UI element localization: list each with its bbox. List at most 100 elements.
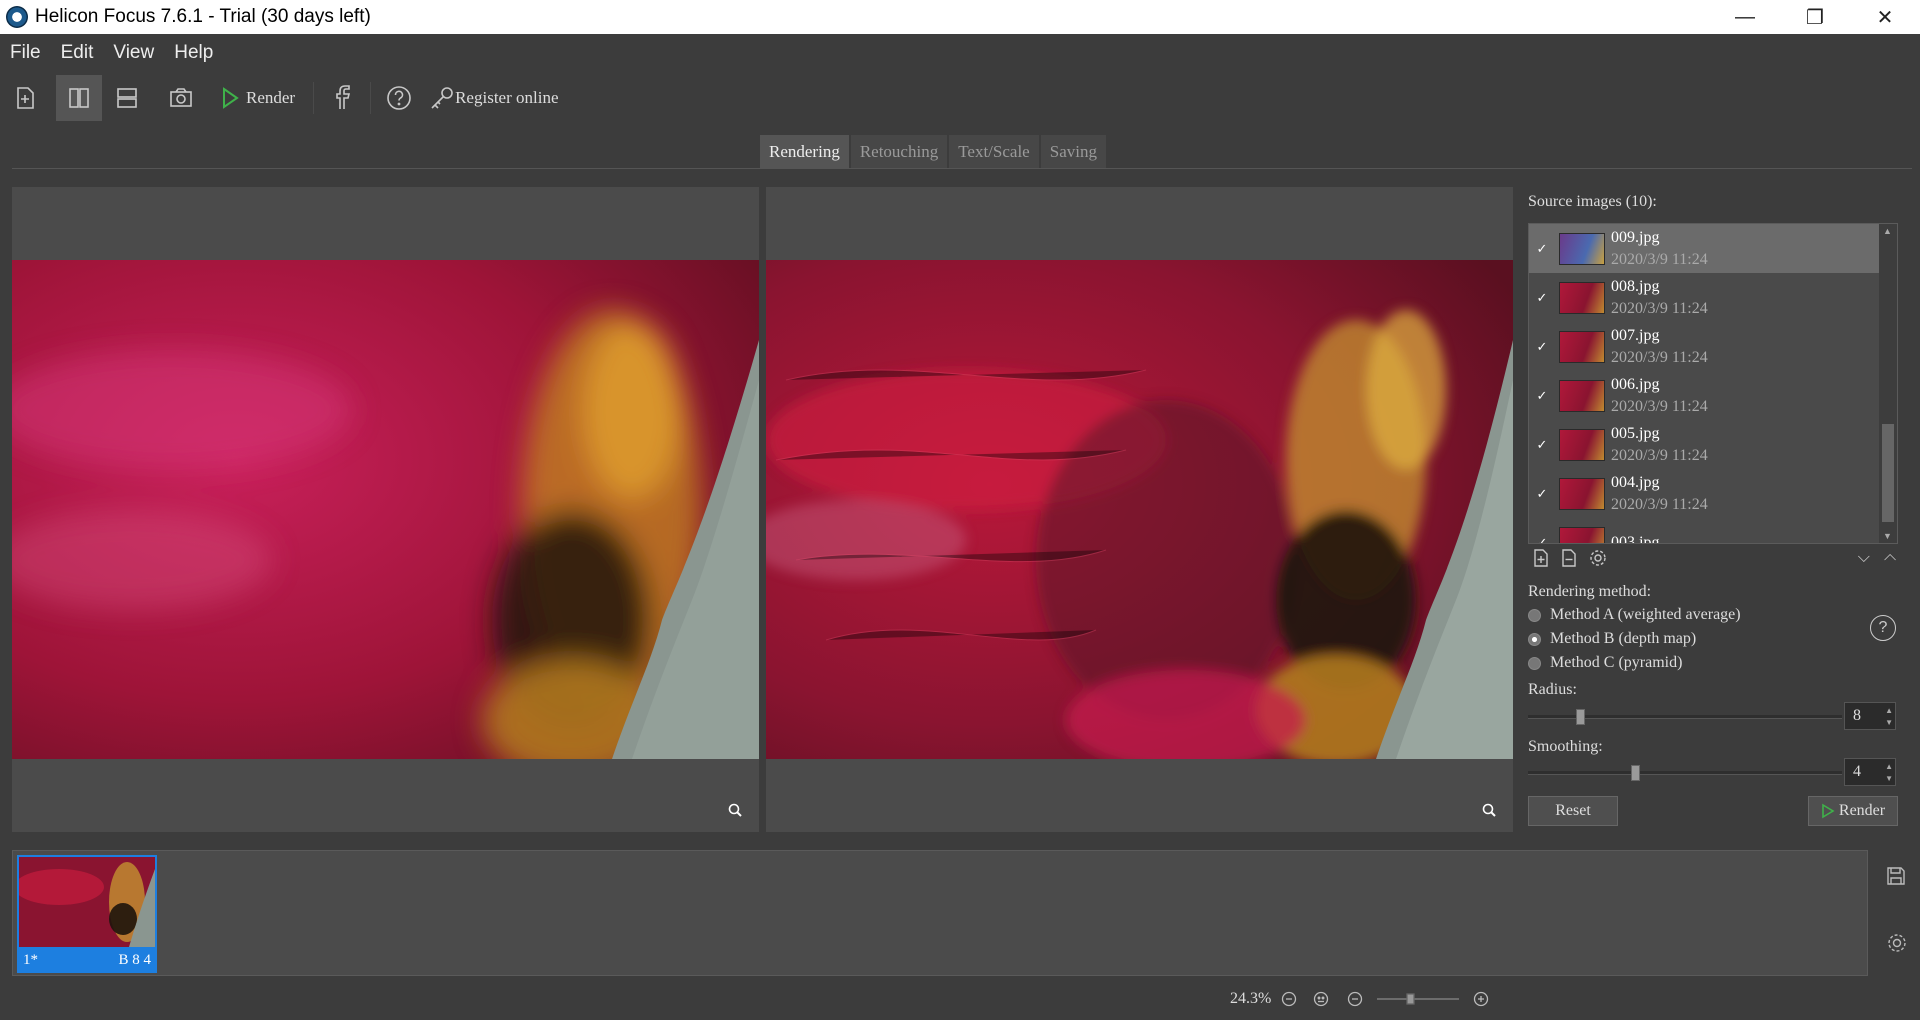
method-a-radio[interactable]: Method A (weighted average) bbox=[1528, 606, 1741, 624]
thumbnail bbox=[1559, 232, 1605, 265]
radius-slider-knob[interactable] bbox=[1576, 709, 1585, 725]
status-bar: 24.3% bbox=[1230, 984, 1491, 1014]
chevron-up-icon[interactable]: ⌵ bbox=[1884, 549, 1896, 567]
smoothing-slider[interactable] bbox=[1528, 765, 1842, 781]
result-preview-panel[interactable] bbox=[766, 187, 1513, 832]
facebook-icon bbox=[336, 85, 351, 109]
list-item[interactable]: ✓ 005.jpg 2020/3/9 11:24 bbox=[1529, 420, 1897, 469]
play-icon bbox=[223, 87, 239, 109]
list-sort-arrows: ⌵ ⌵ bbox=[1858, 549, 1896, 567]
source-images-list[interactable]: ✓ 009.jpg 2020/3/9 11:24 ✓ 008.jpg 2020/… bbox=[1528, 223, 1898, 544]
facebook-button[interactable] bbox=[322, 75, 362, 121]
radio-dot bbox=[1528, 656, 1541, 670]
tab-divider bbox=[12, 168, 1912, 169]
actual-size-icon[interactable] bbox=[1311, 991, 1331, 1007]
render-button-label: Render bbox=[1838, 802, 1886, 819]
checkbox[interactable]: ✓ bbox=[1535, 290, 1549, 305]
chevron-down-icon[interactable]: ⌵ bbox=[1858, 549, 1870, 567]
source-image-preview[interactable] bbox=[12, 260, 759, 759]
toolbar-render-button[interactable]: Render bbox=[210, 75, 305, 121]
file-name: 006.jpg bbox=[1611, 375, 1660, 393]
smoothing-value: 4 bbox=[1853, 763, 1861, 780]
tab-retouching[interactable]: Retouching bbox=[850, 135, 948, 169]
method-help-icon[interactable]: ? bbox=[1870, 615, 1896, 641]
thumbnail bbox=[1559, 330, 1605, 363]
reset-button[interactable]: Reset bbox=[1528, 796, 1618, 826]
list-item[interactable]: ✓ 003.jpg bbox=[1529, 518, 1897, 544]
source-preview-panel[interactable] bbox=[12, 187, 759, 832]
scroll-up-icon[interactable]: ▲ bbox=[1883, 226, 1892, 236]
filmstrip-side-actions bbox=[1886, 866, 1908, 954]
render-button[interactable]: Render bbox=[1808, 796, 1898, 826]
menu-edit[interactable]: Edit bbox=[61, 42, 94, 64]
checkbox[interactable]: ✓ bbox=[1535, 339, 1549, 354]
tab-rendering[interactable]: Rendering bbox=[760, 135, 849, 169]
camera-icon bbox=[170, 88, 192, 107]
split-horizontal-view-button[interactable] bbox=[104, 75, 150, 121]
menu-view[interactable]: View bbox=[113, 42, 154, 64]
list-item[interactable]: ✓ 008.jpg 2020/3/9 11:24 bbox=[1529, 273, 1897, 322]
result-image-preview[interactable] bbox=[766, 260, 1513, 759]
tab-text-scale[interactable]: Text/Scale bbox=[949, 135, 1039, 169]
result-photo-sharp bbox=[766, 260, 1513, 759]
list-item[interactable]: ✓ 007.jpg 2020/3/9 11:24 bbox=[1529, 322, 1897, 371]
zoom-icon[interactable] bbox=[1482, 803, 1496, 817]
checkbox[interactable]: ✓ bbox=[1535, 535, 1549, 544]
split-vertical-view-button[interactable] bbox=[56, 75, 102, 121]
menu-bar: File Edit View Help bbox=[0, 34, 1920, 72]
output-thumbnail[interactable]: 1* B 8 4 bbox=[14, 855, 157, 973]
fit-to-window-icon[interactable] bbox=[1281, 991, 1297, 1007]
method-c-radio[interactable]: Method C (pyramid) bbox=[1528, 654, 1682, 672]
radius-slider[interactable] bbox=[1528, 709, 1842, 725]
smoothing-spinbox[interactable]: 4 ▲ ▼ bbox=[1844, 758, 1896, 786]
radio-dot bbox=[1528, 608, 1541, 622]
scroll-down-icon[interactable]: ▼ bbox=[1883, 531, 1892, 541]
file-name: 008.jpg bbox=[1611, 277, 1660, 295]
file-date: 2020/3/9 11:24 bbox=[1611, 348, 1708, 366]
remove-file-icon[interactable] bbox=[1560, 549, 1578, 567]
tab-saving[interactable]: Saving bbox=[1040, 135, 1106, 169]
save-icon[interactable] bbox=[1886, 866, 1906, 886]
list-item[interactable]: ✓ 009.jpg 2020/3/9 11:24 bbox=[1529, 224, 1897, 273]
file-name: 004.jpg bbox=[1611, 473, 1660, 491]
file-name: 003.jpg bbox=[1611, 533, 1660, 544]
method-b-radio[interactable]: Method B (depth map) bbox=[1528, 630, 1696, 648]
zoom-out-icon[interactable] bbox=[1345, 991, 1365, 1007]
output-label: 1* bbox=[23, 952, 38, 968]
register-online-button[interactable]: Register online bbox=[429, 75, 559, 121]
close-button[interactable]: ✕ bbox=[1850, 0, 1920, 34]
play-icon bbox=[1822, 803, 1835, 819]
list-item[interactable]: ✓ 004.jpg 2020/3/9 11:24 bbox=[1529, 469, 1897, 518]
radius-spinbox[interactable]: 8 ▲ ▼ bbox=[1844, 702, 1896, 730]
checkbox[interactable]: ✓ bbox=[1535, 388, 1549, 403]
output-filmstrip: 1* B 8 4 bbox=[12, 850, 1868, 976]
restore-button[interactable]: ❐ bbox=[1780, 0, 1850, 34]
checkbox[interactable]: ✓ bbox=[1535, 437, 1549, 452]
settings-gear-icon[interactable] bbox=[1886, 932, 1908, 954]
help-button[interactable] bbox=[379, 75, 419, 121]
source-images-label: Source images (10): bbox=[1528, 193, 1657, 210]
list-item[interactable]: ✓ 006.jpg 2020/3/9 11:24 bbox=[1529, 371, 1897, 420]
output-preview-image bbox=[14, 857, 155, 947]
zoom-slider[interactable] bbox=[1375, 991, 1461, 1007]
list-scrollbar[interactable]: ▲ ▼ bbox=[1879, 224, 1897, 543]
checkbox[interactable]: ✓ bbox=[1535, 241, 1549, 256]
zoom-icon[interactable] bbox=[728, 803, 742, 817]
stepper-arrows-icon[interactable]: ▲ ▼ bbox=[1885, 761, 1893, 785]
zoom-in-icon[interactable] bbox=[1471, 991, 1491, 1007]
radio-dot-selected bbox=[1528, 632, 1541, 646]
capture-button[interactable] bbox=[158, 75, 204, 121]
menu-file[interactable]: File bbox=[10, 42, 41, 64]
register-online-label: Register online bbox=[455, 88, 559, 107]
settings-pane: Source images (10): ✓ 009.jpg 2020/3/9 1… bbox=[1526, 187, 1910, 832]
thumbnail bbox=[1559, 526, 1605, 543]
settings-gear-icon[interactable] bbox=[1588, 549, 1608, 567]
menu-help[interactable]: Help bbox=[174, 42, 213, 64]
stepper-arrows-icon[interactable]: ▲ ▼ bbox=[1885, 705, 1893, 729]
minimize-button[interactable]: — bbox=[1710, 0, 1780, 34]
scrollbar-thumb[interactable] bbox=[1882, 424, 1894, 522]
add-file-icon[interactable] bbox=[1532, 549, 1550, 567]
smoothing-slider-knob[interactable] bbox=[1631, 765, 1640, 781]
add-images-button[interactable] bbox=[2, 75, 48, 121]
checkbox[interactable]: ✓ bbox=[1535, 486, 1549, 501]
